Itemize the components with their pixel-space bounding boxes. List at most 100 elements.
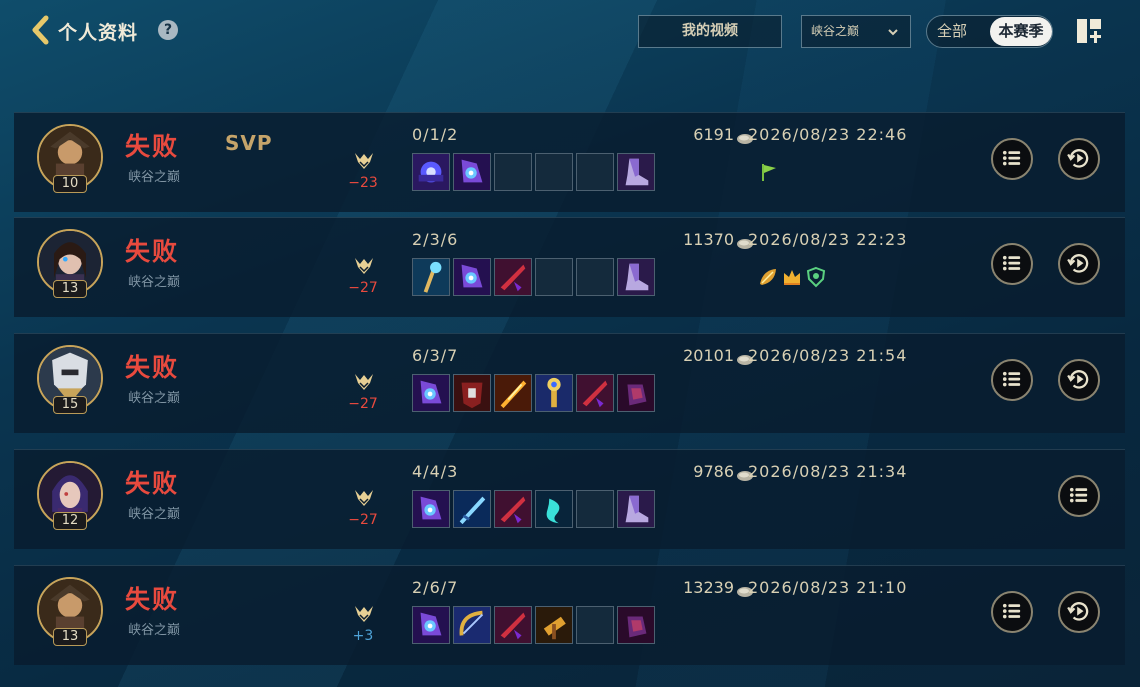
match-result: 失败 [125,469,180,498]
match-detail-button[interactable] [991,138,1033,180]
purple-gauntlet-icon[interactable] [412,153,450,191]
yellow-leaf-icon [760,269,776,285]
green-flag-icon [762,164,776,181]
purple-boots-orb-icon[interactable] [453,258,491,296]
match-datetime: 2026/08/23 21:10 [748,578,908,597]
rank-peak-icon [355,258,373,274]
cyan-spirit-icon[interactable] [535,490,573,528]
replay-icon [1067,602,1089,621]
gold-value: 6191 [693,125,734,144]
season-toggle[interactable]: 全部 本赛季 [926,15,1053,48]
match-result: 失败 [125,132,180,161]
kda-stats: 6/3/7 [412,346,459,365]
green-shield-icon [806,266,826,288]
svp-badge: SVP [225,131,273,155]
chevron-down-icon [888,29,898,36]
rank-points-change: −27 [348,396,378,412]
gold-value: 9786 [693,462,734,481]
list-icon [1002,371,1021,387]
match-mode: 峡谷之巅 [128,507,181,522]
game-mode-select[interactable]: 峡谷之巅 [801,15,911,48]
red-blade-icon[interactable] [494,606,532,644]
empty-item-slot[interactable] [576,606,614,644]
match-datetime: 2026/08/23 22:23 [748,230,908,249]
hero-level-badge: 10 [53,175,87,193]
match-row[interactable]: 10 失败 峡谷之巅 SVP −23 0/1/2 6191 2026/08/23 22:46 [14,112,1125,212]
rank-points-change: −23 [348,175,378,191]
match-detail-button[interactable] [991,591,1033,633]
purple-boots-orb-icon[interactable] [412,374,450,412]
match-mode: 峡谷之巅 [128,170,181,185]
match-mode: 峡谷之巅 [128,391,181,406]
match-detail-button[interactable] [991,359,1033,401]
empty-item-slot[interactable] [535,258,573,296]
purple-boots-icon[interactable] [617,490,655,528]
empty-item-slot[interactable] [576,490,614,528]
game-mode-select-value: 峡谷之巅 [811,24,860,38]
kda-stats: 2/6/7 [412,578,459,597]
empty-item-slot[interactable] [576,153,614,191]
list-icon [1002,603,1021,619]
page-title: 个人资料 [58,22,139,44]
match-row[interactable]: 13 失败 峡谷之巅 −27 2/3/6 11370 2026/08/23 22:23 [14,217,1125,317]
red-blade-icon[interactable] [576,374,614,412]
gold-staff-icon[interactable] [412,258,450,296]
rank-points-change: +3 [352,628,374,644]
kda-stats: 2/3/6 [412,230,459,249]
gold-value: 11370 [683,230,734,249]
match-datetime: 2026/08/23 21:34 [748,462,908,481]
rank-points-change: −27 [348,512,378,528]
purple-boots-orb-icon[interactable] [412,490,450,528]
my-videos-button[interactable]: 我的视频 [638,15,782,48]
match-detail-button[interactable] [991,243,1033,285]
rank-peak-icon [355,490,373,506]
list-icon [1002,255,1021,271]
replay-button[interactable] [1058,591,1100,633]
dark-glove-icon[interactable] [617,374,655,412]
empty-item-slot[interactable] [494,153,532,191]
match-result: 失败 [125,237,180,266]
replay-icon [1067,370,1089,389]
empty-item-slot[interactable] [576,258,614,296]
red-armor-icon[interactable] [453,374,491,412]
match-detail-button[interactable] [1058,475,1100,517]
gold-hammer-icon[interactable] [535,606,573,644]
dark-glove-icon[interactable] [617,606,655,644]
fire-sword-icon[interactable] [494,374,532,412]
hero-level-badge: 13 [53,280,87,298]
hero-level-badge: 12 [53,512,87,530]
purple-boots-icon[interactable] [617,153,655,191]
top-bar: 个人资料 ? 我的视频 峡谷之巅 全部 本赛季 [0,0,1140,70]
season-option-all[interactable]: 全部 [937,16,967,47]
list-icon [1069,487,1088,503]
gold-scepter-icon[interactable] [535,374,573,412]
purple-boots-orb-icon[interactable] [453,153,491,191]
match-row[interactable]: 13 失败 峡谷之巅 +3 2/6/7 13239 2026/08/23 21:10 [14,565,1125,665]
back-arrow-icon[interactable] [30,14,52,46]
rank-points-change: −27 [348,280,378,296]
purple-boots-icon[interactable] [617,258,655,296]
match-row[interactable]: 15 失败 峡谷之巅 −27 6/3/7 20101 2026/08/23 21:54 [14,333,1125,433]
rank-peak-icon [355,153,373,169]
match-result: 失败 [125,585,180,614]
red-blade-icon[interactable] [494,258,532,296]
gold-earned: 20101 [634,346,754,365]
replay-button[interactable] [1058,138,1100,180]
replay-button[interactable] [1058,359,1100,401]
red-blade-icon[interactable] [494,490,532,528]
empty-item-slot[interactable] [535,153,573,191]
question-icon[interactable]: ? [158,20,178,40]
match-row[interactable]: 12 失败 峡谷之巅 −27 4/4/3 9786 2026/08/23 21:34 [14,449,1125,549]
hero-level-badge: 13 [53,628,87,646]
rank-peak-icon [355,606,373,622]
match-result: 失败 [125,353,180,382]
gold-value: 20101 [683,346,734,365]
season-option-current[interactable]: 本赛季 [990,17,1052,46]
blue-gold-bow-icon[interactable] [453,606,491,644]
ice-blade-icon[interactable] [453,490,491,528]
replay-button[interactable] [1058,243,1100,285]
purple-boots-orb-icon[interactable] [412,606,450,644]
layout-grid-icon[interactable] [1076,18,1102,44]
list-icon [1002,150,1021,166]
gold-earned: 13239 [634,578,754,597]
